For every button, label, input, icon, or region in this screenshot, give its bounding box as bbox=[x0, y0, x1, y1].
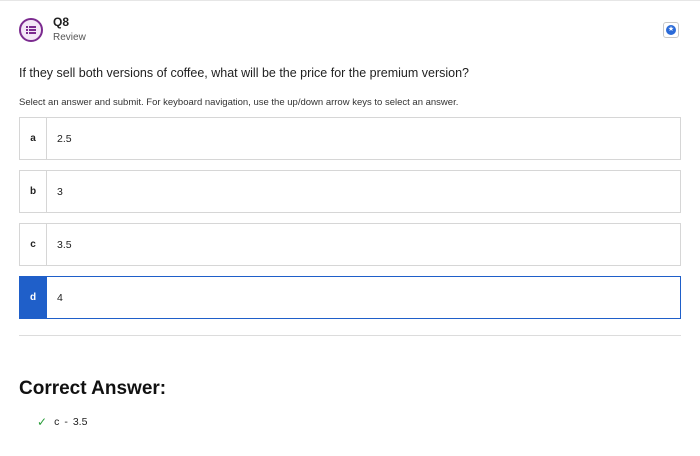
answer-instructions: Select an answer and submit. For keyboar… bbox=[19, 97, 459, 108]
correct-answer-value: 3.5 bbox=[72, 416, 88, 428]
question-header: Q8 Review bbox=[19, 14, 86, 46]
option-c[interactable]: c 3.5 bbox=[19, 223, 681, 266]
question-status: Review bbox=[53, 32, 86, 43]
option-b[interactable]: b 3 bbox=[19, 170, 681, 213]
option-letter: c bbox=[20, 224, 47, 265]
feedback-button[interactable]: ★ bbox=[663, 22, 679, 38]
option-d[interactable]: d 4 bbox=[19, 276, 681, 319]
correct-answer: ✓ c - 3.5 bbox=[37, 415, 87, 429]
correct-answer-separator: - bbox=[64, 416, 68, 428]
option-a[interactable]: a 2.5 bbox=[19, 117, 681, 160]
question-text: If they sell both versions of coffee, wh… bbox=[19, 66, 469, 80]
answer-options: a 2.5 b 3 c 3.5 d 4 bbox=[19, 117, 681, 329]
option-value: 4 bbox=[57, 291, 63, 304]
check-icon: ✓ bbox=[37, 415, 48, 429]
option-letter: a bbox=[20, 118, 47, 159]
star-icon: ★ bbox=[666, 25, 676, 35]
correct-answer-letter: c bbox=[54, 416, 60, 428]
question-list-icon bbox=[19, 18, 43, 42]
option-letter: b bbox=[20, 171, 47, 212]
question-number: Q8 bbox=[53, 15, 70, 29]
option-letter: d bbox=[20, 277, 47, 318]
divider bbox=[19, 335, 681, 336]
option-value: 3 bbox=[57, 185, 63, 198]
correct-answer-title: Correct Answer: bbox=[19, 378, 167, 399]
quiz-card: Q8 Review ★ If they sell both versions o… bbox=[0, 0, 700, 456]
option-value: 3.5 bbox=[57, 238, 72, 251]
option-value: 2.5 bbox=[57, 132, 72, 145]
